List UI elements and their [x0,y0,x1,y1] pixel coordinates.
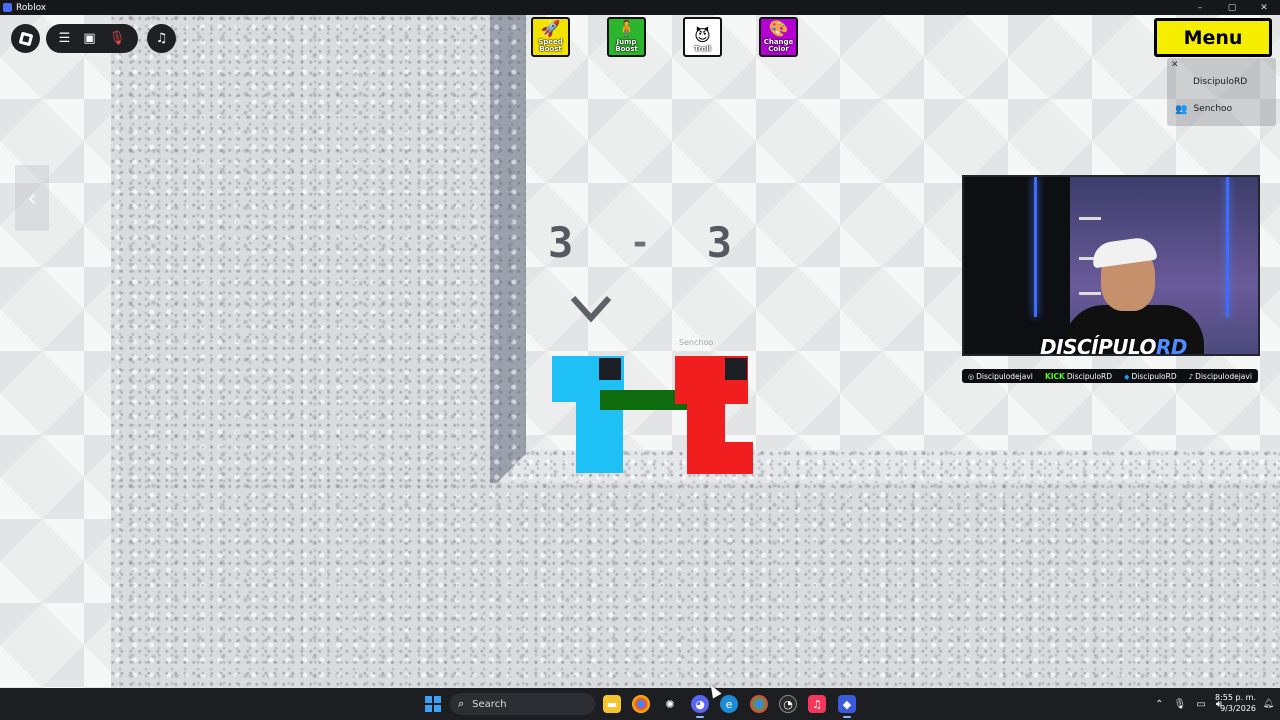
red-character [675,356,755,474]
devil-face-icon: 😈 [694,26,711,45]
chrome-icon[interactable] [632,695,650,713]
system-clock[interactable]: 8:55 p. m. 9/3/2026 [1215,692,1256,714]
change-color-button[interactable]: 🎨 Change Color [759,17,798,57]
social-handle: ♪ Discipulodejavi [1188,371,1252,381]
clock-date: 9/3/2026 [1220,704,1256,713]
blue-character-leg [576,400,623,473]
troll-button[interactable]: 😈 Troll [683,17,722,57]
social-handle: ◆ DiscipuloRD [1124,371,1177,381]
mic-muted-icon[interactable]: 🎙︎ [109,32,126,45]
granite-wall [111,15,491,485]
microphone-icon[interactable]: 🎙︎ [1174,699,1187,710]
edge-icon[interactable]: e [720,695,738,713]
search-placeholder: Search [472,698,507,710]
close-window-button[interactable]: ✕ [1248,3,1280,13]
granite-floor [111,483,1280,688]
red-character-foot [687,442,753,474]
window-controls: – ▢ ✕ [1184,3,1280,13]
rocket-icon: 🚀 [540,19,561,38]
speed-boost-label: Speed Boost [538,38,563,53]
score-display: 3 - 3 [548,218,733,267]
person-jump-icon: 🧍 [616,19,637,38]
streamer-webcam: DISCÍPULORD [962,175,1260,356]
chrome-alt-icon[interactable] [750,695,768,713]
player-name: Senchoo [1193,104,1233,114]
channel-brand: DISCÍPULORD [1040,335,1188,356]
menu-button[interactable]: Menu [1154,18,1272,57]
player-list-item[interactable]: DiscipuloRD [1167,70,1276,94]
minimize-button[interactable]: – [1184,3,1216,13]
speed-boost-button[interactable]: 🚀 Speed Boost [531,17,570,57]
powerup-bar: 🚀 Speed Boost 🧍 Jump Boost 😈 Troll 🎨 Cha… [531,17,798,57]
search-icon: ⌕ [458,697,465,710]
social-handle: KICK DiscipuloRD [1044,371,1113,381]
file-explorer-icon[interactable]: ▬ [603,695,621,713]
notification-bell-icon[interactable]: 🔔︎ [1263,699,1274,709]
chevron-left-icon[interactable]: ‹ [15,165,49,231]
system-tray: ⌃ 🎙︎ ▭ 🔊︎ [1155,688,1222,720]
twitter-icon: ◆ [1124,372,1130,381]
score-left: 3 [548,218,575,267]
chevron-up-icon[interactable]: ⌃ [1155,699,1163,710]
chevron-down-icon [570,295,612,323]
hamburger-icon[interactable]: ☰ [59,32,71,45]
player-nametag: Senchoo [679,338,714,347]
tiktok-icon: ♪ [1188,372,1194,381]
window-title: Roblox [16,2,47,13]
score-right: 3 [706,218,733,267]
color-wheel-icon: 🎨 [768,19,789,38]
kick-icon: KICK [1044,371,1065,381]
roblox-menu-button[interactable] [11,24,40,53]
maximize-button[interactable]: ▢ [1216,3,1248,13]
chat-icon[interactable]: ▣ [83,32,95,45]
friends-icon: 👥 [1175,103,1188,115]
player-list: ✕ DiscipuloRD 👥 Senchoo [1167,58,1276,126]
player-name: DiscipuloRD [1193,77,1248,87]
obs-icon[interactable]: ◔ [779,695,797,713]
music-note-icon: ♫ [155,31,168,46]
chatgpt-icon[interactable]: ✺ [661,695,679,713]
clock-time: 8:55 p. m. [1214,693,1256,702]
roblox-icon[interactable]: ◆ [838,695,856,718]
jump-boost-button[interactable]: 🧍 Jump Boost [607,17,646,57]
blue-character [552,356,626,473]
roblox-control-pill: ☰ ▣ 🎙︎ [46,24,138,53]
network-icon[interactable]: ▭ [1196,699,1205,710]
jump-boost-label: Jump Boost [615,38,638,53]
player-list-item[interactable]: 👥 Senchoo [1167,97,1276,121]
window-title-bar: Roblox – ▢ ✕ [0,0,1280,15]
windows-start-icon[interactable] [425,696,441,712]
score-separator: - [629,222,652,263]
music-button[interactable]: ♫ [147,24,176,53]
instagram-icon: ◎ [968,372,975,381]
blue-character-eye [599,358,621,380]
close-icon[interactable]: ✕ [1171,60,1179,70]
taskbar-search[interactable]: ⌕ Search [450,693,595,715]
social-handle: ◎ Discipulodejavi [968,371,1033,381]
social-handles-bar: ◎ Discipulodejavi KICK DiscipuloRD ◆ Discip… [962,369,1258,383]
red-character-eye [725,358,747,380]
troll-label: Troll [693,45,712,53]
roblox-logo-icon [18,31,33,46]
change-color-label: Change Color [763,38,794,53]
itunes-icon[interactable]: ♫ [808,695,826,713]
windows-taskbar: ⌕ Search ▬ ✺ ◕ e ◔ ♫ ◆ ⌃ 🎙︎ ▭ 🔊︎ 8:55 p.… [0,688,1280,720]
granite-wall-side [490,15,526,485]
roblox-app-icon [3,3,12,12]
discord-icon[interactable]: ◕ [691,695,709,718]
